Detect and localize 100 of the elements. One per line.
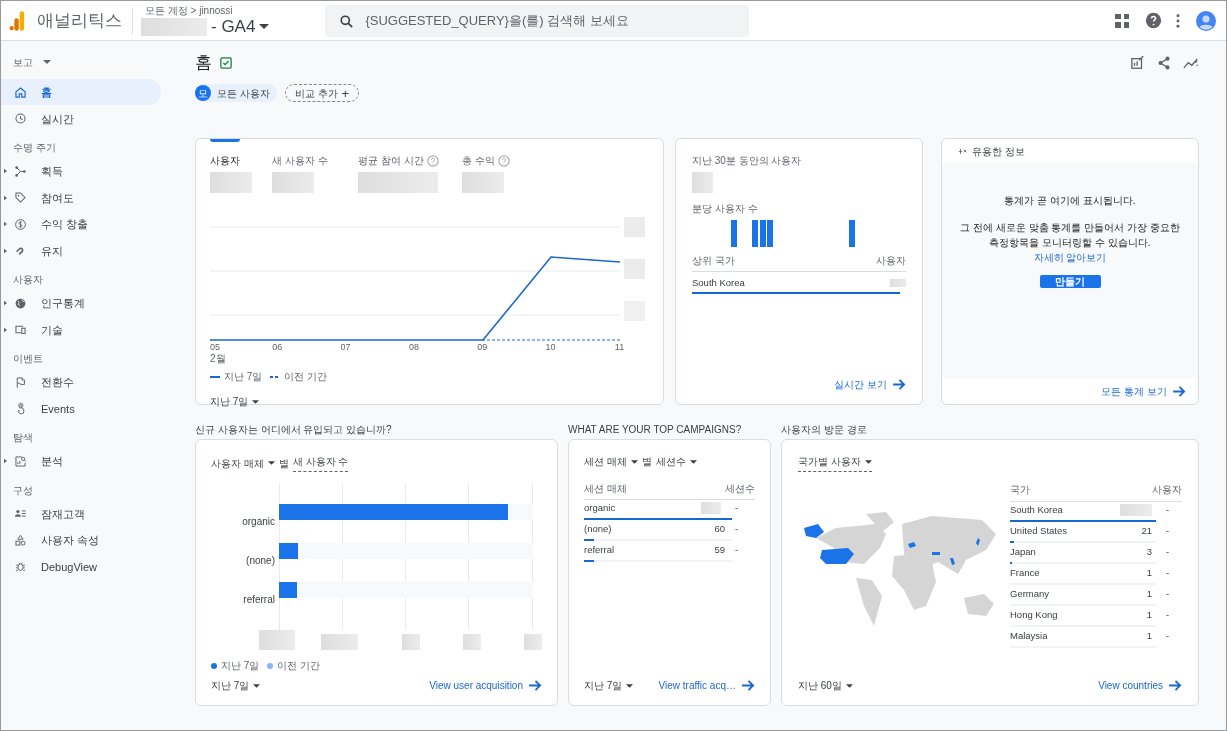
metric-tab[interactable]: 총 수익 [462,153,495,168]
caret-icon [252,399,260,404]
table-cell-text: - [1165,523,1171,538]
arrow-icon [1169,680,1182,691]
property-selector[interactable]: - GA4 [141,17,270,36]
legend-label: 지난 7일 [224,370,263,384]
table-cell-text: - [734,500,740,515]
more-icon[interactable] [1176,13,1180,28]
legend-label: 지난 7일 [221,659,260,673]
date-range-dropdown[interactable]: 지난 7일 [584,678,634,693]
view-realtime-link[interactable]: 실시간 보기 [834,377,906,392]
redacted-block [321,634,358,650]
sidebar-item[interactable]: 잠재고객 [1,500,161,527]
sidebar-item[interactable]: 획득 [1,158,161,185]
redacted-block [462,172,504,193]
table-cell-text: - [1165,565,1171,580]
create-button[interactable]: 만들기 [1039,275,1101,288]
arrow-icon [529,680,542,691]
view-traffic-acquisition-link[interactable]: View traffic acq… [658,678,755,693]
sidebar-item[interactable]: 홈 [1,79,161,106]
reports-dropdown[interactable]: 보고 [13,53,51,71]
table-cell-text: South Korea [692,276,745,290]
metric-tab[interactable]: 평균 참여 시간 [358,153,424,168]
caret-icon [259,24,270,29]
section-heading: 이벤트 [13,352,43,366]
date-range-dropdown[interactable]: 지난 7일 [210,394,260,409]
bar-label: referral [242,593,275,607]
axis-label: 08 [408,341,419,354]
insights-description: 그 전에 새로운 맞춤 통계를 만들어서 가장 중요한 측정항목을 모니터링할 수 있습니다. 자세히 알아보기 [959,221,1181,265]
table-cell-text: - [1165,628,1171,643]
dimension-dropdown[interactable]: 세션 매체 [584,454,638,469]
sidebar-item[interactable]: DebugView [1,553,161,580]
column-header: 세션 매체 [584,482,627,496]
redacted-block [701,502,721,514]
chart-label: 분당 사용자 수 [692,202,759,216]
metric-dropdown[interactable]: 새 사용자 수 [292,454,349,472]
metric-tab[interactable]: 새 사용자 수 [272,153,328,168]
table-cell-text: referral [584,542,616,557]
redacted-block [692,172,713,193]
table-cell-text: 1 [1145,586,1152,601]
table-cell-text: Malaysia [1010,628,1049,643]
table-cell-text: 3 [1145,544,1152,559]
metric-dropdown[interactable]: 국가별 사용자 [798,454,872,472]
sidebar-item[interactable]: 기술 [1,316,161,343]
learn-more-link[interactable]: 자세히 알아보기 [1033,252,1107,263]
table-cell-text: Germany [1010,586,1051,601]
view-all-insights-link[interactable]: 모든 통계 보기 [1101,383,1186,399]
caret-icon [630,459,638,464]
chip-avatar: 모 [195,85,211,101]
search-icon [340,14,354,28]
caret-icon [626,683,634,688]
sidebar-item[interactable]: Events [1,395,161,422]
metric-tab[interactable]: 사용자 [210,153,240,168]
table-cell-text: - [734,542,740,557]
date-range-dropdown[interactable]: 지난 7일 [211,678,261,693]
arrow-icon [742,680,755,691]
metric-dropdown[interactable]: 세션수 [655,454,697,469]
table-cell-text: South Korea [1010,502,1064,517]
sidebar-item[interactable]: 전환수 [1,369,161,396]
view-countries-link[interactable]: View countries [1098,678,1182,693]
dollar-icon [14,217,27,231]
legend-label: 이전 기간 [277,659,321,673]
devices-icon [14,323,27,337]
insights-message: 통계가 곧 여기에 표시됩니다. [1004,194,1136,208]
table-cell-text: 21 [1140,523,1152,538]
redacted-block [523,634,542,650]
sidebar-item[interactable]: 사용자 속성 [1,527,161,554]
apps-icon[interactable] [1115,13,1129,28]
redacted-block [1120,504,1152,516]
insights-icon[interactable] [1183,57,1199,69]
bar-label: organic [241,515,275,529]
column-header: 사용자 [876,254,906,268]
table-cell-text: 1 [1145,628,1152,643]
date-range-dropdown[interactable]: 지난 60일 [798,678,853,693]
share-icon[interactable] [1157,56,1171,70]
search-field[interactable]: {SUGGESTED_QUERY}을(를) 검색해 보세요 [325,4,750,37]
page-title: 홈 [195,52,212,75]
view-user-acquisition-link[interactable]: View user acquisition [429,678,542,693]
home-icon [14,85,27,99]
sidebar-item[interactable]: 유지 [1,237,161,264]
customize-icon[interactable] [1131,56,1145,70]
axis-label: 11 [614,341,625,354]
section-heading: 신규 사용자는 어디에서 유입되고 있습니까? [195,424,393,437]
comparison-chip[interactable]: 모 모든 사용자 [195,84,277,102]
breadcrumb: 모든 계정 > jinnossi [145,5,234,16]
table-cell-text: 60 [713,521,725,536]
app-name: 애널리틱스 [37,9,122,32]
dimension-dropdown[interactable]: 사용자 매체 [211,455,275,471]
sidebar-item[interactable]: 수익 창출 [1,211,161,238]
axis-label: 2월 [210,352,226,366]
sidebar-item[interactable]: 실시간 [1,105,161,132]
avatar-icon[interactable] [1196,10,1216,31]
sidebar-item[interactable]: 참여도 [1,184,161,211]
sidebar-item[interactable]: 분석 [1,448,161,475]
bar-label: (none) [245,554,275,568]
help-icon[interactable] [1145,12,1162,29]
sidebar-item[interactable]: 인구통계 [1,290,161,317]
connector-text: 별 [278,456,289,471]
line-icon [210,375,220,378]
section-heading: 사용자 [13,273,43,287]
